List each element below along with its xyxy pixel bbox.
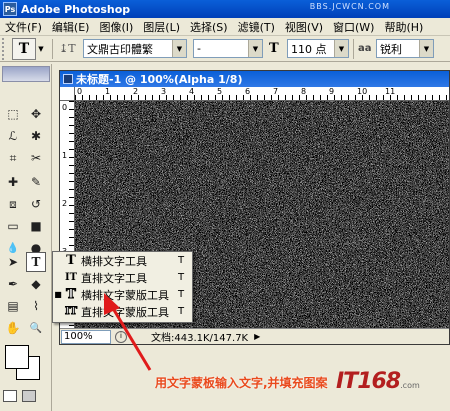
brand-sub: .com	[400, 381, 420, 390]
annotation-arrow	[104, 293, 152, 371]
brand-name: IT168	[336, 369, 401, 394]
annotation-caption: 用文字蒙板输入文字,并填充图案	[155, 376, 328, 390]
arrow-head-icon	[104, 293, 120, 315]
brand-logo: IT168.com	[336, 369, 420, 394]
arrow-shaft	[109, 304, 152, 371]
